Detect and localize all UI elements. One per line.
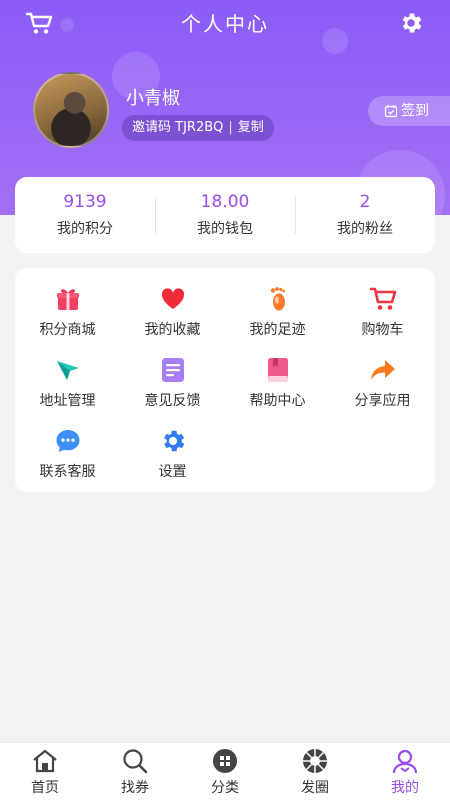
- user-icon: [392, 749, 418, 774]
- stat-fans[interactable]: 2 我的粉丝: [295, 192, 435, 238]
- menu-label: 地址管理: [39, 393, 96, 409]
- stat-points[interactable]: 9139 我的积分: [15, 192, 155, 238]
- cart-icon: [369, 287, 396, 310]
- menu-item-settings[interactable]: 设置: [120, 427, 225, 481]
- settings-gear-icon[interactable]: [398, 10, 424, 36]
- stat-wallet[interactable]: 18.00 我的钱包: [155, 192, 295, 238]
- bottom-tab-bar: 首页 找券 分类 发圈 我的: [0, 742, 450, 800]
- tab-label: 分类: [211, 780, 239, 796]
- tab-label: 我的: [391, 780, 419, 796]
- menu-item-footprints[interactable]: 我的足迹: [225, 285, 330, 339]
- menu-label: 我的收藏: [144, 322, 201, 338]
- copy-button[interactable]: 复制: [238, 120, 264, 135]
- tab-label: 发圈: [301, 780, 329, 796]
- menu-label: 联系客服: [39, 464, 96, 480]
- menu-item-address[interactable]: 地址管理: [15, 356, 120, 410]
- menu-label: 购物车: [361, 322, 404, 338]
- gear-icon: [163, 430, 184, 452]
- tab-category[interactable]: 分类: [180, 743, 270, 800]
- aperture-icon: [303, 749, 327, 773]
- username: 小青椒: [126, 88, 180, 109]
- tab-home[interactable]: 首页: [0, 743, 90, 800]
- stat-label: 我的粉丝: [337, 221, 393, 237]
- chat-icon: [56, 430, 79, 452]
- search-icon: [123, 749, 148, 774]
- gift-icon: [56, 289, 79, 310]
- stat-value: 9139: [63, 192, 107, 212]
- tab-label: 首页: [31, 780, 59, 796]
- menu-item-feedback[interactable]: 意见反馈: [120, 356, 225, 410]
- tab-label: 找券: [121, 780, 149, 796]
- menu-label: 意见反馈: [144, 393, 201, 409]
- invite-code-pill: 邀请码 TJR2BQ | 复制: [122, 115, 274, 141]
- avatar[interactable]: [33, 72, 109, 148]
- heart-icon: [161, 288, 184, 309]
- function-grid: 积分商城 我的收藏 我的足迹 购物车 地址管理 意见反馈 帮助中心 分享应用 联…: [15, 268, 435, 492]
- menu-item-shopping-cart[interactable]: 购物车: [330, 285, 435, 339]
- menu-label: 积分商城: [39, 322, 96, 338]
- stat-label: 我的钱包: [197, 221, 253, 237]
- feedback-icon: [161, 358, 184, 382]
- home-icon: [33, 749, 57, 773]
- stat-value: 18.00: [200, 192, 250, 212]
- menu-label: 分享应用: [354, 393, 411, 409]
- stat-value: 2: [359, 192, 371, 212]
- footprint-icon: [270, 287, 285, 311]
- checkin-label: 签到: [401, 103, 429, 119]
- invite-separator: |: [228, 120, 233, 135]
- menu-item-points-mall[interactable]: 积分商城: [15, 285, 120, 339]
- location-icon: [56, 361, 79, 380]
- page-title: 个人中心: [181, 12, 269, 36]
- invite-code: 邀请码 TJR2BQ: [132, 120, 224, 135]
- category-icon: [213, 749, 237, 773]
- tab-mine[interactable]: 我的: [360, 743, 450, 800]
- tab-moments[interactable]: 发圈: [270, 743, 360, 800]
- menu-item-customer-service[interactable]: 联系客服: [15, 427, 120, 481]
- stat-label: 我的积分: [57, 221, 113, 237]
- stats-card: 9139 我的积分 18.00 我的钱包 2 我的粉丝: [15, 177, 435, 253]
- menu-label: 帮助中心: [249, 393, 306, 409]
- menu-label: 设置: [158, 464, 187, 480]
- book-icon: [267, 358, 288, 382]
- menu-label: 我的足迹: [249, 322, 306, 338]
- calendar-check-icon: [384, 105, 398, 118]
- tab-coupons[interactable]: 找券: [90, 743, 180, 800]
- share-icon: [370, 360, 395, 380]
- checkin-button[interactable]: 签到: [368, 96, 450, 126]
- menu-item-share-app[interactable]: 分享应用: [330, 356, 435, 410]
- menu-item-favorites[interactable]: 我的收藏: [120, 285, 225, 339]
- menu-item-help-center[interactable]: 帮助中心: [225, 356, 330, 410]
